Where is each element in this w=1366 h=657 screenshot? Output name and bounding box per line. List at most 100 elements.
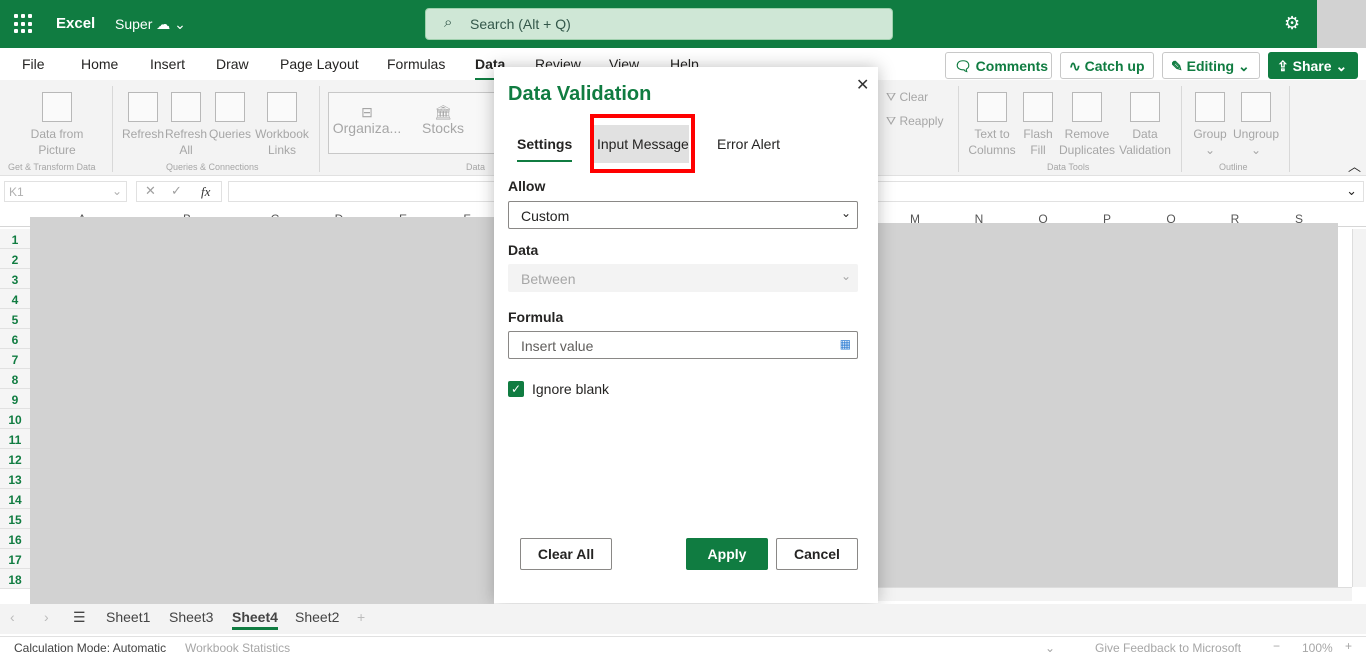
next-sheet-icon[interactable]: › bbox=[44, 609, 49, 625]
ungroup-button[interactable]: Ungroup ⌄ bbox=[1230, 92, 1282, 158]
row-header[interactable]: 15 bbox=[0, 509, 30, 529]
data-dropdown[interactable]: Between ⌄ bbox=[508, 264, 858, 292]
btn-label: Text to bbox=[974, 127, 1010, 141]
group-icon bbox=[1195, 92, 1225, 122]
row-header[interactable]: 10 bbox=[0, 409, 30, 429]
row-header[interactable]: 6 bbox=[0, 329, 30, 349]
refresh-button[interactable]: Refresh bbox=[122, 92, 164, 142]
btn-label: Workbook bbox=[255, 127, 309, 141]
btn-label: Links bbox=[267, 143, 296, 157]
clear-all-button[interactable]: Clear All bbox=[520, 538, 612, 570]
tab-home[interactable]: Home bbox=[81, 56, 118, 72]
catch-up-button[interactable]: ∿ Catch up bbox=[1060, 52, 1154, 79]
gear-icon[interactable]: ⚙ bbox=[1284, 13, 1300, 34]
ignore-blank-checkbox[interactable]: ✓ bbox=[508, 381, 524, 397]
data-validation-button[interactable]: Data Validation bbox=[1116, 92, 1174, 158]
workbook-links-button[interactable]: Workbook Links bbox=[254, 92, 310, 158]
zoom-level[interactable]: 100% bbox=[1302, 641, 1333, 655]
zoom-in-icon[interactable]: + bbox=[1345, 639, 1352, 653]
status-bar: Calculation Mode: Automatic Workbook Sta… bbox=[0, 636, 1366, 657]
row-header[interactable]: 11 bbox=[0, 429, 30, 449]
row-header[interactable]: 13 bbox=[0, 469, 30, 489]
row-header[interactable]: 5 bbox=[0, 309, 30, 329]
group-label: Data bbox=[466, 162, 486, 172]
row-header[interactable]: 2 bbox=[0, 249, 30, 269]
collapse-ribbon-icon[interactable]: ︿ bbox=[1348, 156, 1361, 175]
row-header[interactable]: 17 bbox=[0, 549, 30, 569]
flash-fill-button[interactable]: Flash Fill bbox=[1020, 92, 1056, 158]
add-sheet-icon[interactable]: + bbox=[357, 609, 365, 625]
editing-button[interactable]: ✎ Editing ⌄ bbox=[1162, 52, 1260, 79]
btn-label: Organiza... bbox=[332, 120, 402, 136]
prev-sheet-icon[interactable]: ‹ bbox=[10, 609, 15, 625]
row-header[interactable]: 1 bbox=[0, 229, 30, 249]
btn-label: All bbox=[179, 143, 193, 157]
all-sheets-icon[interactable]: ☰ bbox=[73, 609, 86, 626]
tab-draw[interactable]: Draw bbox=[216, 56, 249, 72]
comments-label: Comments bbox=[975, 58, 1049, 74]
document-name[interactable]: Super ☁ ⌄ bbox=[115, 16, 186, 33]
sheet-tab[interactable]: Sheet3 bbox=[169, 609, 213, 625]
refresh-all-button[interactable]: Refresh All bbox=[165, 92, 207, 158]
chevron-down-icon[interactable]: ⌄ bbox=[1045, 641, 1055, 655]
share-button[interactable]: ⇪ Share ⌄ bbox=[1268, 52, 1358, 79]
row-header[interactable]: 7 bbox=[0, 349, 30, 369]
app-name[interactable]: Excel bbox=[56, 15, 95, 32]
name-box[interactable]: K1 ⌄ bbox=[4, 181, 127, 202]
data-from-picture-button[interactable]: Data from Picture bbox=[22, 92, 92, 158]
chevron-down-icon: ⌄ bbox=[1237, 58, 1250, 74]
stocks-data-type[interactable]: 🏛 Stocks bbox=[418, 104, 468, 136]
tab-file[interactable]: File bbox=[22, 56, 45, 72]
range-select-icon[interactable]: ▦ bbox=[840, 337, 851, 351]
text-to-columns-button[interactable]: Text to Columns bbox=[966, 92, 1018, 158]
remove-duplicates-button[interactable]: Remove Duplicates bbox=[1058, 92, 1116, 158]
cancel-icon[interactable]: ✕ bbox=[145, 183, 156, 199]
sheet-tab[interactable]: Sheet1 bbox=[106, 609, 150, 625]
apply-button[interactable]: Apply bbox=[686, 538, 768, 570]
tab-formulas[interactable]: Formulas bbox=[387, 56, 445, 72]
clear-filter-button[interactable]: ⛛ Clear bbox=[886, 89, 928, 105]
formula-input[interactable]: Insert value ▦ bbox=[508, 331, 858, 359]
row-header[interactable]: 16 bbox=[0, 529, 30, 549]
chevron-down-icon[interactable]: ⌄ bbox=[1346, 183, 1357, 199]
tab-page-layout[interactable]: Page Layout bbox=[280, 56, 359, 72]
feedback-link[interactable]: Give Feedback to Microsoft bbox=[1095, 641, 1241, 655]
group-button[interactable]: Group ⌄ bbox=[1190, 92, 1230, 158]
tab-error-alert[interactable]: Error Alert bbox=[717, 136, 780, 152]
chevron-down-icon: ⌄ bbox=[1204, 143, 1216, 157]
check-icon[interactable]: ✓ bbox=[171, 183, 182, 199]
row-header[interactable]: 9 bbox=[0, 389, 30, 409]
row-header[interactable]: 12 bbox=[0, 449, 30, 469]
horizontal-scrollbar[interactable] bbox=[878, 587, 1352, 601]
sheet-tab-active[interactable]: Sheet4 bbox=[232, 609, 278, 630]
fx-icon[interactable]: fx bbox=[201, 184, 210, 200]
comments-button[interactable]: 🗨 Comments bbox=[945, 52, 1052, 79]
calc-mode[interactable]: Calculation Mode: Automatic bbox=[14, 641, 166, 655]
cancel-button[interactable]: Cancel bbox=[776, 538, 858, 570]
allow-dropdown[interactable]: Custom ⌄ bbox=[508, 201, 858, 229]
catch-up-label: Catch up bbox=[1084, 58, 1145, 74]
title-bar: Excel Super ☁ ⌄ ⌕ Search (Alt + Q) ⚙ bbox=[0, 0, 1366, 48]
workbook-statistics[interactable]: Workbook Statistics bbox=[185, 641, 290, 655]
group-label: Outline bbox=[1219, 162, 1248, 172]
queries-button[interactable]: Queries bbox=[208, 92, 252, 142]
chevron-down-icon: ⌄ bbox=[840, 206, 851, 220]
row-header[interactable]: 3 bbox=[0, 269, 30, 289]
close-icon[interactable]: ✕ bbox=[856, 75, 869, 95]
tab-insert[interactable]: Insert bbox=[150, 56, 185, 72]
link-icon bbox=[267, 92, 297, 122]
row-header[interactable]: 8 bbox=[0, 369, 30, 389]
vertical-scrollbar[interactable] bbox=[1352, 229, 1366, 587]
refresh-all-icon bbox=[171, 92, 201, 122]
search-input[interactable]: ⌕ Search (Alt + Q) bbox=[425, 8, 893, 40]
tab-settings[interactable]: Settings bbox=[517, 136, 573, 162]
row-header[interactable]: 14 bbox=[0, 489, 30, 509]
avatar[interactable] bbox=[1317, 0, 1366, 48]
row-header[interactable]: 18 bbox=[0, 569, 30, 589]
zoom-out-icon[interactable]: − bbox=[1273, 639, 1280, 653]
app-launcher-icon[interactable] bbox=[14, 14, 34, 34]
sheet-tab[interactable]: Sheet2 bbox=[295, 609, 339, 625]
reapply-filter-button[interactable]: ⛛ Reapply bbox=[886, 113, 943, 129]
organization-data-type[interactable]: ⊟ Organiza... bbox=[332, 104, 402, 136]
row-header[interactable]: 4 bbox=[0, 289, 30, 309]
